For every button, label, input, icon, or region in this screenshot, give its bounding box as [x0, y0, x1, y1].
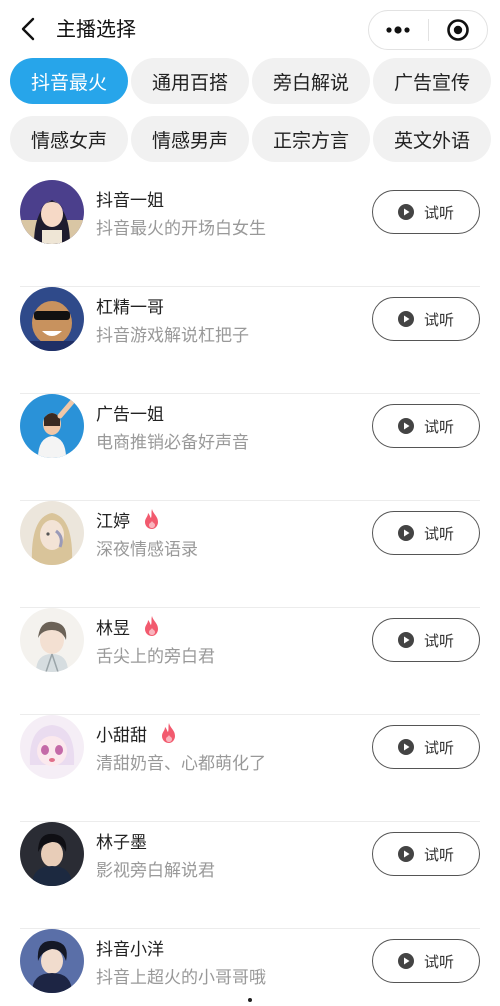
preview-label: 试听	[423, 845, 454, 864]
preview-label: 试听	[423, 417, 454, 436]
avatar	[20, 822, 84, 886]
play-icon	[397, 739, 414, 755]
tab-emotional-female[interactable]: 情感女声	[10, 116, 128, 162]
list-item[interactable]: 林昱 舌尖上的旁白君 试听	[0, 608, 500, 715]
category-tabs: 抖音最火 通用百搭 旁白解说 广告宣传 情感女声 情感男声 正宗方言 英文外语	[10, 58, 492, 162]
preview-label: 试听	[423, 631, 454, 650]
nav-bar: 主播选择	[0, 0, 500, 58]
list-item[interactable]: 抖音一姐 抖音最火的开场白女生 试听	[0, 180, 500, 287]
preview-label: 试听	[423, 203, 454, 222]
preview-button[interactable]: 试听	[372, 725, 480, 769]
list-item[interactable]: 抖音小洋 抖音上超火的小哥哥哦 试听	[0, 929, 500, 1006]
tab-dialect[interactable]: 正宗方言	[252, 116, 370, 162]
hot-flame-icon	[145, 509, 158, 529]
tab-general[interactable]: 通用百搭	[131, 58, 249, 104]
anchor-description: 影视旁白解说君	[96, 861, 215, 881]
mini-program-capsule	[368, 10, 488, 50]
anchor-name: 抖音小洋	[96, 939, 164, 960]
play-icon	[397, 846, 414, 862]
play-icon	[397, 632, 414, 648]
anchor-name: 江婷	[96, 511, 130, 532]
hot-flame-icon	[162, 723, 175, 743]
tab-narration[interactable]: 旁白解说	[252, 58, 370, 104]
play-icon	[397, 525, 414, 541]
anchor-name: 小甜甜	[96, 725, 147, 746]
preview-button[interactable]: 试听	[372, 511, 480, 555]
play-icon	[397, 418, 414, 434]
play-icon	[397, 204, 414, 220]
preview-button[interactable]: 试听	[372, 297, 480, 341]
tab-emotional-male[interactable]: 情感男声	[131, 116, 249, 162]
avatar	[20, 501, 84, 565]
back-button[interactable]	[14, 14, 42, 44]
anchor-list: 抖音一姐 抖音最火的开场白女生 试听 杠精一哥 抖音游戏解说杠把子 试听 广告一…	[0, 180, 500, 1006]
tab-advertising[interactable]: 广告宣传	[373, 58, 491, 104]
anchor-description: 舌尖上的旁白君	[96, 647, 215, 667]
home-indicator	[248, 998, 252, 1002]
avatar	[20, 394, 84, 458]
anchor-name: 广告一姐	[96, 404, 164, 425]
close-mini-program-button[interactable]	[428, 11, 487, 49]
tab-douyin-hottest[interactable]: 抖音最火	[10, 58, 128, 104]
anchor-name: 杠精一哥	[96, 297, 164, 318]
anchor-name: 抖音一姐	[96, 190, 164, 211]
preview-label: 试听	[423, 310, 454, 329]
back-arrow-icon	[21, 17, 35, 41]
anchor-name: 林子墨	[96, 832, 147, 853]
more-button[interactable]	[369, 11, 428, 49]
anchor-description: 深夜情感语录	[96, 540, 198, 560]
preview-button[interactable]: 试听	[372, 618, 480, 662]
target-circle-icon	[446, 19, 469, 41]
tab-english[interactable]: 英文外语	[373, 116, 491, 162]
preview-button[interactable]: 试听	[372, 832, 480, 876]
anchor-description: 电商推销必备好声音	[96, 433, 249, 453]
more-dots-icon	[386, 26, 410, 34]
avatar	[20, 929, 84, 993]
preview-button[interactable]: 试听	[372, 939, 480, 983]
play-icon	[397, 953, 414, 969]
avatar	[20, 608, 84, 672]
play-icon	[397, 311, 414, 327]
list-item[interactable]: 杠精一哥 抖音游戏解说杠把子 试听	[0, 287, 500, 394]
preview-label: 试听	[423, 524, 454, 543]
preview-label: 试听	[423, 952, 454, 971]
preview-button[interactable]: 试听	[372, 404, 480, 448]
list-item[interactable]: 小甜甜 清甜奶音、心都萌化了 试听	[0, 715, 500, 822]
anchor-description: 抖音游戏解说杠把子	[96, 326, 249, 346]
anchor-description: 抖音最火的开场白女生	[96, 219, 266, 239]
hot-flame-icon	[145, 616, 158, 636]
anchor-name: 林昱	[96, 618, 130, 639]
avatar	[20, 180, 84, 244]
anchor-description: 抖音上超火的小哥哥哦	[96, 968, 266, 988]
list-item[interactable]: 林子墨 影视旁白解说君 试听	[0, 822, 500, 929]
avatar	[20, 715, 84, 779]
anchor-description: 清甜奶音、心都萌化了	[96, 754, 266, 774]
avatar	[20, 287, 84, 351]
preview-button[interactable]: 试听	[372, 190, 480, 234]
page-title: 主播选择	[56, 17, 136, 41]
preview-label: 试听	[423, 738, 454, 757]
list-item[interactable]: 江婷 深夜情感语录 试听	[0, 501, 500, 608]
list-item[interactable]: 广告一姐 电商推销必备好声音 试听	[0, 394, 500, 501]
